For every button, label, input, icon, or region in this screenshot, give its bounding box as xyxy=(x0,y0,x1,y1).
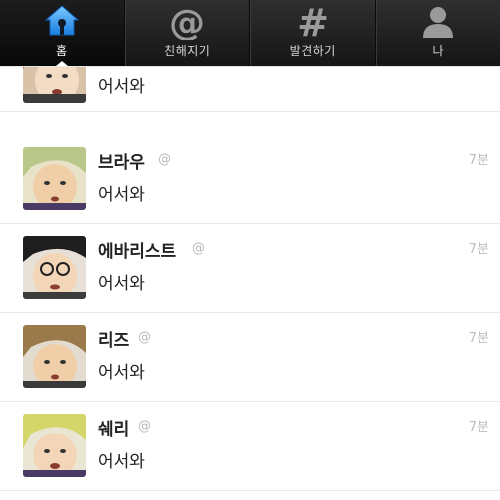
tweet-author-name[interactable]: 리즈 xyxy=(98,326,129,351)
tab-me-label: 나 xyxy=(432,44,445,58)
tweet-timestamp: 7분 xyxy=(468,242,489,257)
tweet-item[interactable]: 에바리스트 @ 7분 어서와 xyxy=(0,224,500,313)
avatar[interactable] xyxy=(23,325,86,388)
at-icon: @ xyxy=(168,3,206,44)
tweet-author-name[interactable]: 브라우 xyxy=(98,148,145,173)
tab-discover[interactable]: # 발견하기 xyxy=(250,0,376,66)
tweet-timestamp: 7분 xyxy=(468,420,489,435)
tweet-author-name[interactable]: 쉐리 xyxy=(98,415,129,440)
home-timeline[interactable]: 로즈 @R 7분 어서와 브라우 @ 7분 어서와 xyxy=(0,66,500,500)
tab-connect-label: 친해지기 xyxy=(164,44,211,58)
tab-home-label: 홈 xyxy=(55,44,68,58)
tweet-text: 어서와 xyxy=(98,185,145,205)
active-tab-indicator xyxy=(55,61,68,66)
tweet-item[interactable]: 브라우 @ 7분 어서와 xyxy=(0,135,500,224)
avatar[interactable] xyxy=(23,236,86,299)
tweet-item[interactable]: 리즈 @ 7분 어서와 xyxy=(0,313,500,402)
tweet-text: 어서와 xyxy=(98,452,145,472)
tweet-item[interactable]: 로즈 @R 7분 어서와 xyxy=(0,67,500,112)
svg-text:@: @ xyxy=(169,4,205,40)
avatar[interactable] xyxy=(23,414,86,477)
svg-text:#: # xyxy=(297,4,329,40)
tweet-author-handle[interactable]: @ xyxy=(138,419,151,434)
tweet-text: 어서와 xyxy=(98,77,145,97)
tweet-author-handle[interactable]: @ xyxy=(192,241,205,256)
person-icon xyxy=(419,4,457,44)
tweet-timestamp: 7분 xyxy=(468,331,489,346)
tab-home[interactable]: 홈 xyxy=(0,0,125,66)
home-icon xyxy=(43,4,81,42)
avatar[interactable] xyxy=(23,67,86,103)
hashtag-icon: # xyxy=(294,1,332,45)
tab-me[interactable]: 나 xyxy=(375,0,500,66)
tweet-text: 어서와 xyxy=(98,363,145,383)
top-tab-bar: 홈 @ 친해지기 # 발견하기 나 xyxy=(0,0,500,66)
tab-connect[interactable]: @ 친해지기 xyxy=(124,0,250,66)
tweet-author-name[interactable]: 에바리스트 xyxy=(98,237,176,262)
tweet-text: 어서와 xyxy=(98,274,145,294)
tweet-author-handle[interactable]: @ xyxy=(138,330,151,345)
tab-discover-label: 발견하기 xyxy=(289,44,336,58)
avatar[interactable] xyxy=(23,147,86,210)
tweet-timestamp: 7분 xyxy=(468,153,489,168)
tweet-author-handle[interactable]: @ xyxy=(158,152,171,167)
tweet-item[interactable]: 쉐리 @ 7분 어서와 xyxy=(0,402,500,491)
